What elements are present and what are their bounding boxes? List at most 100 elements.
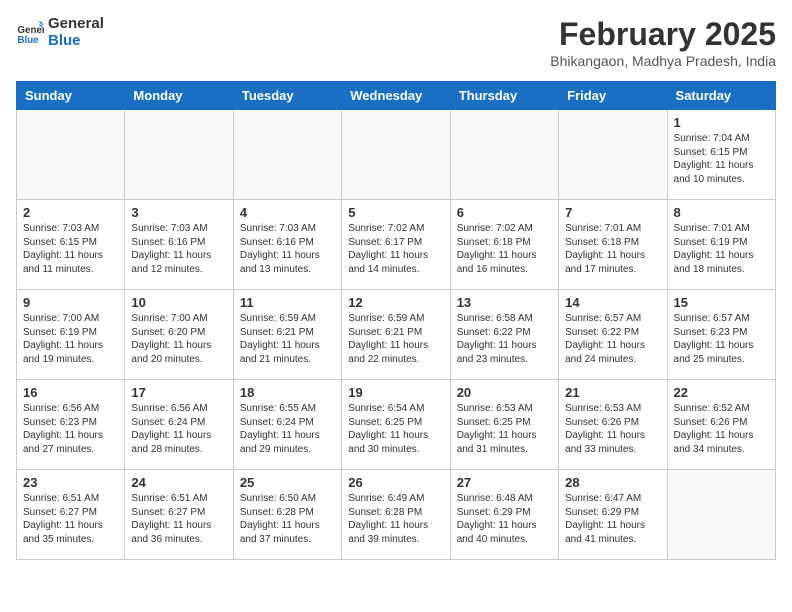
calendar-week-4: 23 Sunrise: 6:51 AM Sunset: 6:27 PM Dayli… — [17, 470, 776, 560]
day-number: 23 — [23, 475, 118, 490]
title-block: February 2025 Bhikangaon, Madhya Pradesh… — [550, 16, 776, 69]
day-info: Sunrise: 6:55 AM Sunset: 6:24 PM Dayligh… — [240, 402, 335, 456]
calendar-cell: 20Sunrise: 6:53 AM Sunset: 6:25 PM Dayli… — [450, 380, 558, 470]
day-number: 19 — [348, 385, 443, 400]
calendar-cell — [667, 470, 775, 560]
day-number: 7 — [565, 205, 660, 220]
day-info: Sunrise: 7:01 AM Sunset: 6:19 PM Dayligh… — [674, 222, 769, 276]
calendar-cell: 11Sunrise: 6:59 AM Sunset: 6:21 PM Dayli… — [233, 290, 341, 380]
weekday-header-sunday: Sunday — [17, 82, 125, 110]
calendar-week-3: 16 Sunrise: 6:56 AM Sunset: 6:23 PM Dayli… — [17, 380, 776, 470]
calendar-cell: 5 Sunrise: 7:02 AM Sunset: 6:17 PM Daylig… — [342, 200, 450, 290]
day-info: Sunrise: 6:47 AM Sunset: 6:29 PM Dayligh… — [565, 492, 660, 546]
day-info: Sunrise: 6:56 AM Sunset: 6:23 PM Dayligh… — [23, 402, 118, 456]
day-info: Sunrise: 6:48 AM Sunset: 6:29 PM Dayligh… — [457, 492, 552, 546]
day-number: 14 — [565, 295, 660, 310]
day-info: Sunrise: 6:51 AM Sunset: 6:27 PM Dayligh… — [23, 492, 118, 546]
logo: General Blue General Blue — [16, 16, 104, 49]
day-number: 15 — [674, 295, 769, 310]
day-number: 6 — [457, 205, 552, 220]
calendar-cell: 3 Sunrise: 7:03 AM Sunset: 6:16 PM Daylig… — [125, 200, 233, 290]
calendar-cell: 14 Sunrise: 6:57 AM Sunset: 6:22 PM Dayli… — [559, 290, 667, 380]
day-info: Sunrise: 7:04 AM Sunset: 6:15 PM Dayligh… — [674, 132, 769, 186]
calendar-week-0: 1 Sunrise: 7:04 AM Sunset: 6:15 PM Daylig… — [17, 110, 776, 200]
calendar-cell: 23 Sunrise: 6:51 AM Sunset: 6:27 PM Dayli… — [17, 470, 125, 560]
calendar-cell: 26Sunrise: 6:49 AM Sunset: 6:28 PM Dayli… — [342, 470, 450, 560]
day-number: 21 — [565, 385, 660, 400]
logo-blue: Blue — [48, 32, 81, 49]
calendar-cell: 21Sunrise: 6:53 AM Sunset: 6:26 PM Dayli… — [559, 380, 667, 470]
calendar-cell: 22 Sunrise: 6:52 AM Sunset: 6:26 PM Dayli… — [667, 380, 775, 470]
weekday-header-friday: Friday — [559, 82, 667, 110]
day-info: Sunrise: 6:54 AM Sunset: 6:25 PM Dayligh… — [348, 402, 443, 456]
calendar-cell: 10Sunrise: 7:00 AM Sunset: 6:20 PM Dayli… — [125, 290, 233, 380]
calendar-cell: 19 Sunrise: 6:54 AM Sunset: 6:25 PM Dayli… — [342, 380, 450, 470]
day-info: Sunrise: 7:02 AM Sunset: 6:17 PM Dayligh… — [348, 222, 443, 276]
day-number: 16 — [23, 385, 118, 400]
day-number: 24 — [131, 475, 226, 490]
day-number: 8 — [674, 205, 769, 220]
calendar-cell: 15 Sunrise: 6:57 AM Sunset: 6:23 PM Dayli… — [667, 290, 775, 380]
svg-text:Blue: Blue — [17, 34, 39, 45]
calendar-cell — [17, 110, 125, 200]
calendar-cell: 1 Sunrise: 7:04 AM Sunset: 6:15 PM Daylig… — [667, 110, 775, 200]
day-number: 2 — [23, 205, 118, 220]
page-header: General Blue General Blue February 2025 … — [16, 16, 776, 69]
day-info: Sunrise: 6:57 AM Sunset: 6:22 PM Dayligh… — [565, 312, 660, 366]
calendar-cell — [450, 110, 558, 200]
day-info: Sunrise: 6:56 AM Sunset: 6:24 PM Dayligh… — [131, 402, 226, 456]
calendar-cell: 27 Sunrise: 6:48 AM Sunset: 6:29 PM Dayli… — [450, 470, 558, 560]
calendar-cell: 2Sunrise: 7:03 AM Sunset: 6:15 PM Daylig… — [17, 200, 125, 290]
day-number: 4 — [240, 205, 335, 220]
day-info: Sunrise: 7:01 AM Sunset: 6:18 PM Dayligh… — [565, 222, 660, 276]
day-info: Sunrise: 6:52 AM Sunset: 6:26 PM Dayligh… — [674, 402, 769, 456]
day-info: Sunrise: 6:59 AM Sunset: 6:21 PM Dayligh… — [348, 312, 443, 366]
day-number: 20 — [457, 385, 552, 400]
day-number: 28 — [565, 475, 660, 490]
day-info: Sunrise: 7:02 AM Sunset: 6:18 PM Dayligh… — [457, 222, 552, 276]
day-number: 12 — [348, 295, 443, 310]
day-number: 1 — [674, 115, 769, 130]
day-number: 3 — [131, 205, 226, 220]
day-info: Sunrise: 7:03 AM Sunset: 6:16 PM Dayligh… — [240, 222, 335, 276]
calendar-cell — [233, 110, 341, 200]
day-info: Sunrise: 6:59 AM Sunset: 6:21 PM Dayligh… — [240, 312, 335, 366]
month-title: February 2025 — [550, 16, 776, 53]
calendar-table: SundayMondayTuesdayWednesdayThursdayFrid… — [16, 81, 776, 560]
weekday-header-tuesday: Tuesday — [233, 82, 341, 110]
calendar-cell: 8 Sunrise: 7:01 AM Sunset: 6:19 PM Daylig… — [667, 200, 775, 290]
day-number: 25 — [240, 475, 335, 490]
logo-icon: General Blue — [16, 19, 44, 47]
calendar-cell: 25 Sunrise: 6:50 AM Sunset: 6:28 PM Dayli… — [233, 470, 341, 560]
day-info: Sunrise: 7:00 AM Sunset: 6:19 PM Dayligh… — [23, 312, 118, 366]
day-number: 22 — [674, 385, 769, 400]
calendar-week-2: 9Sunrise: 7:00 AM Sunset: 6:19 PM Daylig… — [17, 290, 776, 380]
calendar-cell: 18 Sunrise: 6:55 AM Sunset: 6:24 PM Dayli… — [233, 380, 341, 470]
day-number: 13 — [457, 295, 552, 310]
day-number: 18 — [240, 385, 335, 400]
weekday-header-wednesday: Wednesday — [342, 82, 450, 110]
day-number: 27 — [457, 475, 552, 490]
calendar-cell: 13 Sunrise: 6:58 AM Sunset: 6:22 PM Dayli… — [450, 290, 558, 380]
calendar-cell: 7 Sunrise: 7:01 AM Sunset: 6:18 PM Daylig… — [559, 200, 667, 290]
weekday-header-row: SundayMondayTuesdayWednesdayThursdayFrid… — [17, 82, 776, 110]
day-info: Sunrise: 6:50 AM Sunset: 6:28 PM Dayligh… — [240, 492, 335, 546]
calendar-cell — [559, 110, 667, 200]
weekday-header-saturday: Saturday — [667, 82, 775, 110]
weekday-header-monday: Monday — [125, 82, 233, 110]
day-info: Sunrise: 6:57 AM Sunset: 6:23 PM Dayligh… — [674, 312, 769, 366]
day-number: 17 — [131, 385, 226, 400]
day-info: Sunrise: 6:51 AM Sunset: 6:27 PM Dayligh… — [131, 492, 226, 546]
weekday-header-thursday: Thursday — [450, 82, 558, 110]
day-info: Sunrise: 7:03 AM Sunset: 6:16 PM Dayligh… — [131, 222, 226, 276]
calendar-week-1: 2Sunrise: 7:03 AM Sunset: 6:15 PM Daylig… — [17, 200, 776, 290]
calendar-cell: 17 Sunrise: 6:56 AM Sunset: 6:24 PM Dayli… — [125, 380, 233, 470]
day-info: Sunrise: 6:58 AM Sunset: 6:22 PM Dayligh… — [457, 312, 552, 366]
calendar-cell: 6 Sunrise: 7:02 AM Sunset: 6:18 PM Daylig… — [450, 200, 558, 290]
day-number: 26 — [348, 475, 443, 490]
day-number: 5 — [348, 205, 443, 220]
calendar-cell: 12 Sunrise: 6:59 AM Sunset: 6:21 PM Dayli… — [342, 290, 450, 380]
logo-text-block: General Blue — [48, 16, 104, 49]
day-info: Sunrise: 7:00 AM Sunset: 6:20 PM Dayligh… — [131, 312, 226, 366]
calendar-cell: 16 Sunrise: 6:56 AM Sunset: 6:23 PM Dayli… — [17, 380, 125, 470]
